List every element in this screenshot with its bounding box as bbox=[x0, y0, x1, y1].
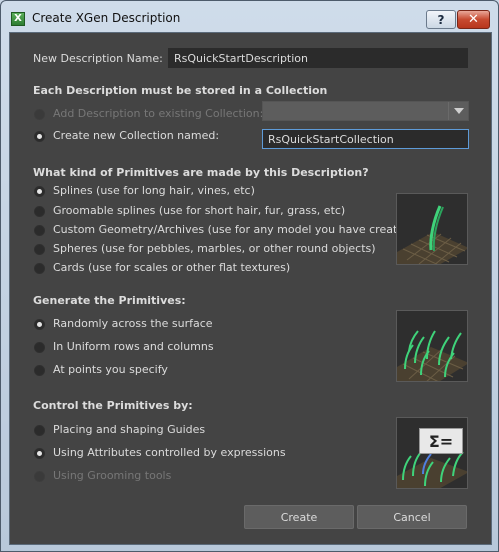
create-button[interactable]: Create bbox=[244, 505, 354, 529]
xgen-app-icon: X bbox=[11, 12, 25, 26]
control-section-title: Control the Primitives by: bbox=[33, 399, 193, 412]
primitive-option-cards[interactable]: Cards (use for scales or other flat text… bbox=[53, 261, 290, 274]
primitive-option-custom-geometry[interactable]: Custom Geometry/Archives (use for any mo… bbox=[53, 223, 415, 236]
new-collection-label[interactable]: Create new Collection named: bbox=[53, 129, 219, 142]
sigma-equals-icon: Σ= bbox=[419, 428, 463, 454]
generate-option-uniform[interactable]: In Uniform rows and columns bbox=[53, 340, 214, 353]
primitive-option-radio[interactable] bbox=[34, 263, 45, 274]
help-button[interactable]: ? bbox=[426, 10, 456, 29]
generate-option-points[interactable]: At points you specify bbox=[53, 363, 168, 376]
window-title: Create XGen Description bbox=[32, 11, 181, 25]
control-option-expressions[interactable]: Using Attributes controlled by expressio… bbox=[53, 446, 286, 459]
control-option-radio[interactable] bbox=[34, 425, 45, 436]
generate-option-radio[interactable] bbox=[34, 319, 45, 330]
primitive-option-radio[interactable] bbox=[34, 206, 45, 217]
primitive-option-radio[interactable] bbox=[34, 244, 45, 255]
description-name-label: New Description Name: bbox=[33, 52, 163, 65]
control-option-guides[interactable]: Placing and shaping Guides bbox=[53, 423, 205, 436]
description-name-input[interactable]: RsQuickStartDescription bbox=[168, 48, 468, 68]
chevron-down-icon bbox=[448, 102, 468, 120]
primitive-option-radio[interactable] bbox=[34, 225, 45, 236]
existing-collection-dropdown bbox=[262, 101, 469, 121]
control-option-radio[interactable] bbox=[34, 448, 45, 459]
generate-option-radio[interactable] bbox=[34, 342, 45, 353]
primitive-option-radio[interactable] bbox=[34, 186, 45, 197]
control-option-radio bbox=[34, 471, 45, 482]
dialog-window: X Create XGen Description ? ✕ New Descri… bbox=[0, 0, 499, 552]
title-bar[interactable]: X Create XGen Description ? ✕ bbox=[1, 1, 498, 32]
generate-option-random[interactable]: Randomly across the surface bbox=[53, 317, 213, 330]
new-collection-radio[interactable] bbox=[34, 131, 45, 142]
random-preview-image bbox=[396, 310, 468, 382]
collection-section-title: Each Description must be stored in a Col… bbox=[33, 84, 328, 97]
generate-section-title: Generate the Primitives: bbox=[33, 294, 186, 307]
existing-collection-label: Add Description to existing Collection: bbox=[53, 107, 264, 120]
random-preview-icon bbox=[397, 330, 467, 381]
existing-collection-radio bbox=[34, 109, 45, 120]
splines-preview-image bbox=[396, 193, 468, 265]
close-button[interactable]: ✕ bbox=[457, 10, 490, 29]
primitive-option-splines[interactable]: Splines (use for long hair, vines, etc) bbox=[53, 184, 255, 197]
control-option-grooming: Using Grooming tools bbox=[53, 469, 172, 482]
primitive-option-spheres[interactable]: Spheres (use for pebbles, marbles, or ot… bbox=[53, 242, 376, 255]
expressions-preview-image: Σ= bbox=[396, 417, 468, 489]
cancel-button[interactable]: Cancel bbox=[357, 505, 467, 529]
primitives-section-title: What kind of Primitives are made by this… bbox=[33, 166, 369, 179]
generate-option-radio[interactable] bbox=[34, 365, 45, 376]
new-collection-input[interactable]: RsQuickStartCollection bbox=[262, 129, 469, 149]
dialog-content: New Description Name: RsQuickStartDescri… bbox=[9, 32, 492, 545]
primitive-option-groomable-splines[interactable]: Groomable splines (use for short hair, f… bbox=[53, 204, 345, 217]
splines-preview-icon bbox=[397, 205, 467, 264]
